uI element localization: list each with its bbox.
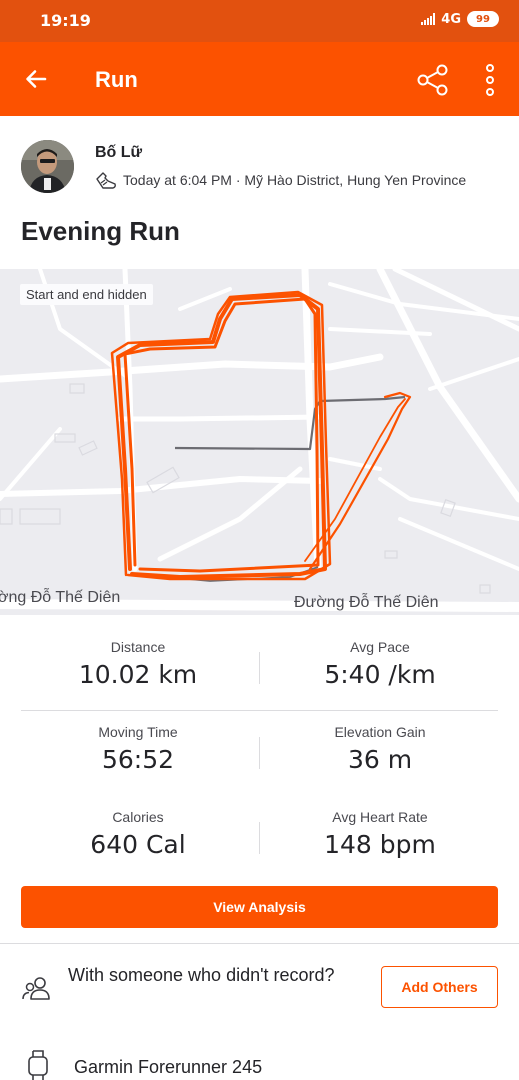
status-indicators: 4G 99	[421, 11, 499, 27]
signal-icon	[421, 13, 436, 25]
people-icon	[22, 977, 50, 1000]
route-map[interactable]: Start and end hidden ờng Đỗ Thế Diên Đườ…	[0, 269, 519, 615]
stat-label: Avg Pace	[350, 639, 410, 655]
network-type: 4G	[441, 11, 461, 27]
stat-value: 5:40 /km	[324, 660, 436, 689]
arrow-left-icon[interactable]	[24, 67, 48, 91]
battery-icon: 99	[467, 11, 499, 27]
add-others-prompt: With someone who didn't record?	[68, 965, 335, 985]
stat-label: Avg Heart Rate	[332, 809, 428, 825]
stat-value: 36 m	[347, 745, 413, 774]
street-label-right: Đường Đỗ Thế Diên	[294, 594, 439, 611]
street-label-left: ờng Đỗ Thế Diên	[0, 589, 121, 606]
page-title: Run	[95, 67, 138, 92]
stat-avg-heart-rate: Avg Heart Rate 148 bpm	[260, 809, 500, 859]
watch-icon	[28, 1050, 48, 1080]
app-bar: Run	[0, 42, 519, 116]
more-vertical-icon[interactable]	[482, 64, 498, 96]
stat-moving-time: Moving Time 56:52	[18, 724, 258, 774]
view-analysis-button[interactable]: View Analysis	[21, 886, 498, 928]
running-shoe-icon	[96, 172, 116, 189]
add-others-button[interactable]: Add Others	[381, 966, 498, 1008]
activity-meta-text: Today at 6:04 PM · Mỹ Hào District, Hung…	[123, 172, 467, 188]
stat-avg-pace: Avg Pace 5:40 /km	[260, 639, 500, 689]
activity-title: Evening Run	[21, 216, 180, 246]
stat-value: 148 bpm	[324, 830, 436, 859]
map-canvas	[0, 269, 519, 612]
stat-label: Moving Time	[98, 724, 178, 740]
status-bar: 19:19 4G 99	[0, 0, 519, 42]
athlete-name[interactable]: Bố Lữ	[95, 144, 142, 162]
status-time: 19:19	[40, 11, 91, 30]
share-icon[interactable]	[416, 63, 450, 97]
avatar[interactable]	[21, 140, 74, 193]
map-privacy-badge: Start and end hidden	[20, 284, 153, 305]
stat-label: Elevation Gain	[334, 724, 426, 740]
stat-distance: Distance 10.02 km	[18, 639, 258, 689]
stat-label: Calories	[112, 809, 164, 825]
stat-value: 56:52	[101, 745, 175, 774]
activity-meta: Today at 6:04 PM · Mỹ Hào District, Hung…	[95, 170, 466, 190]
stat-elevation-gain: Elevation Gain 36 m	[260, 724, 500, 774]
stat-calories: Calories 640 Cal	[18, 809, 258, 859]
section-divider	[0, 943, 519, 944]
stat-value: 10.02 km	[78, 660, 198, 689]
stat-label: Distance	[110, 639, 166, 655]
avatar-image	[21, 140, 74, 193]
stat-value: 640 Cal	[90, 830, 186, 859]
device-name: Garmin Forerunner 245	[74, 1057, 263, 1077]
stats-divider	[21, 710, 498, 711]
